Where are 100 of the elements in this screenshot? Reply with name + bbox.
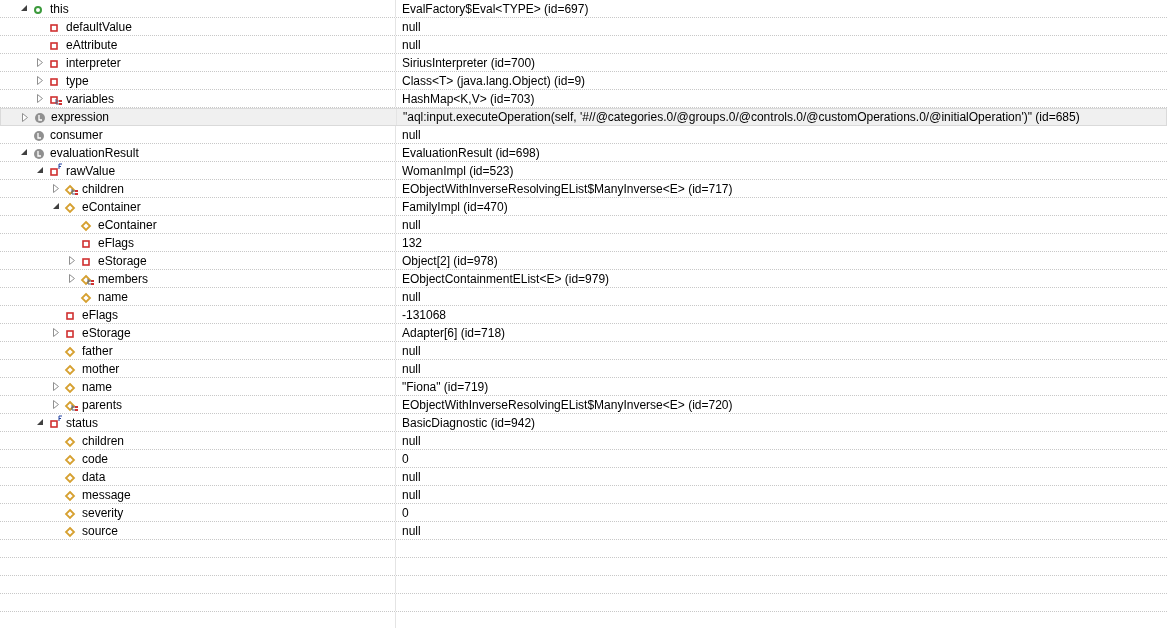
- variable-row[interactable]: eFlags -131068: [0, 306, 1167, 324]
- variable-value: SiriusInterpreter (id=700): [402, 55, 536, 70]
- variable-row[interactable]: eContainer null: [0, 216, 1167, 234]
- variable-row[interactable]: name null: [0, 288, 1167, 306]
- variable-row[interactable]: defaultValue null: [0, 18, 1167, 36]
- variable-name: source: [82, 523, 119, 538]
- variable-value: null: [402, 343, 421, 358]
- variable-row[interactable]: consumer null: [0, 126, 1167, 144]
- variable-value: EObjectWithInverseResolvingEList$ManyInverse<E> (id=720): [402, 397, 733, 412]
- variable-row[interactable]: father null: [0, 342, 1167, 360]
- variable-row[interactable]: type Class<T> (java.lang.Object) (id=9): [0, 72, 1167, 90]
- variable-value: -131068: [402, 307, 447, 322]
- variable-row[interactable]: data null: [0, 468, 1167, 486]
- variable-row[interactable]: severity 0: [0, 504, 1167, 522]
- variable-name: defaultValue: [66, 19, 132, 34]
- variable-name: variables: [66, 91, 115, 106]
- collapsed-arrow-icon[interactable]: [69, 274, 75, 283]
- variable-row[interactable]: children null: [0, 432, 1167, 450]
- variable-value: FamilyImpl (id=470): [402, 199, 508, 214]
- collapsed-arrow-icon[interactable]: [53, 382, 59, 391]
- variable-name: eStorage: [82, 325, 131, 340]
- variable-value: null: [402, 523, 421, 538]
- variable-row[interactable]: children EObjectWithInverseResolvingEList$ManyInverse<E> (id=717): [0, 180, 1167, 198]
- variable-row[interactable]: interpreter SiriusInterpreter (id=700): [0, 54, 1167, 72]
- variable-row[interactable]: eFlags 132: [0, 234, 1167, 252]
- collapsed-arrow-icon[interactable]: [37, 76, 43, 85]
- collapsed-arrow-icon[interactable]: [37, 94, 43, 103]
- collapsed-arrow-icon[interactable]: [53, 400, 59, 409]
- variable-name: eFlags: [82, 307, 119, 322]
- private-field-icon: [48, 414, 64, 431]
- variable-row[interactable]: source null: [0, 522, 1167, 540]
- variable-name: children: [82, 433, 125, 448]
- variable-value: null: [402, 19, 421, 34]
- variable-row[interactable]: code 0: [0, 450, 1167, 468]
- collapsed-arrow-icon[interactable]: [22, 112, 28, 122]
- variable-row[interactable]: eContainer FamilyImpl (id=470): [0, 198, 1167, 216]
- variable-name: type: [66, 73, 89, 88]
- variable-row[interactable]: mother null: [0, 360, 1167, 378]
- expanded-arrow-icon[interactable]: [20, 5, 28, 12]
- variable-name: expression: [51, 110, 110, 124]
- expanded-arrow-icon[interactable]: [36, 419, 44, 426]
- variable-name: eStorage: [98, 253, 147, 268]
- variable-name: mother: [82, 361, 120, 376]
- variable-value: null: [402, 37, 421, 52]
- variable-name: consumer: [50, 127, 103, 142]
- variable-value: EObjectWithInverseResolvingEList$ManyInverse<E> (id=717): [402, 181, 733, 196]
- expanded-arrow-icon[interactable]: [20, 149, 28, 156]
- variable-name: message: [82, 487, 131, 502]
- collapsed-arrow-icon[interactable]: [37, 58, 43, 67]
- variable-row[interactable]: eStorage Adapter[6] (id=718): [0, 324, 1167, 342]
- variable-row[interactable]: eStorage Object[2] (id=978): [0, 252, 1167, 270]
- expanded-arrow-icon[interactable]: [52, 203, 60, 210]
- variable-name: rawValue: [66, 163, 116, 178]
- variable-value: EvaluationResult (id=698): [402, 145, 540, 160]
- variable-name: members: [98, 271, 148, 286]
- variable-value: null: [402, 289, 421, 304]
- variable-name: eFlags: [98, 235, 135, 250]
- variable-value: Class<T> (java.lang.Object) (id=9): [402, 73, 586, 88]
- variable-value: null: [402, 127, 421, 142]
- variable-name: this: [50, 1, 69, 16]
- variable-row[interactable]: parents EObjectWithInverseResolvingEList$ManyInverse<E> (id=720): [0, 396, 1167, 414]
- variable-name: eContainer: [82, 199, 141, 214]
- collapsed-arrow-icon[interactable]: [53, 184, 59, 193]
- collapsed-arrow-icon[interactable]: [69, 256, 75, 265]
- variable-value: Adapter[6] (id=718): [402, 325, 506, 340]
- variable-row[interactable]: message null: [0, 486, 1167, 504]
- variable-value: "aql:input.executeOperation(self, '#//@categories.0/@groups.0/@controls.0/@customOperations.0/@initialOperation')" (id=685): [403, 110, 1080, 124]
- variable-value: BasicDiagnostic (id=942): [402, 415, 536, 430]
- variable-name: children: [82, 181, 125, 196]
- expanded-arrow-icon[interactable]: [36, 167, 44, 174]
- variable-row[interactable]: members EObjectContainmentEList<E> (id=979): [0, 270, 1167, 288]
- variable-value: WomanImpl (id=523): [402, 163, 514, 178]
- variable-value: "Fiona" (id=719): [402, 379, 489, 394]
- variable-row[interactable]: eAttribute null: [0, 36, 1167, 54]
- variable-row[interactable]: name "Fiona" (id=719): [0, 378, 1167, 396]
- variable-value: HashMap<K,V> (id=703): [402, 91, 535, 106]
- variable-value: null: [402, 469, 421, 484]
- variable-name: code: [82, 451, 109, 466]
- variable-row[interactable]: expression "aql:input.executeOperation(self, '#//@categories.0/@groups.0/@controls.0/@customOperations.0/@initialOperation')" (id=685): [0, 108, 1167, 126]
- variable-value: null: [402, 217, 421, 232]
- variable-value: null: [402, 361, 421, 376]
- collapsed-arrow-icon[interactable]: [53, 328, 59, 337]
- variable-row[interactable]: this EvalFactory$Eval<TYPE> (id=697): [0, 0, 1167, 18]
- variable-name: name: [98, 289, 129, 304]
- private-field-icon: [48, 162, 64, 179]
- variable-name: eAttribute: [66, 37, 118, 52]
- variable-name: name: [82, 379, 113, 394]
- variable-name: interpreter: [66, 55, 121, 70]
- variable-value: 0: [402, 451, 409, 466]
- variable-row[interactable]: status BasicDiagnostic (id=942): [0, 414, 1167, 432]
- variable-value: EvalFactory$Eval<TYPE> (id=697): [402, 1, 589, 16]
- variable-row[interactable]: evaluationResult EvaluationResult (id=698): [0, 144, 1167, 162]
- variable-row[interactable]: rawValue WomanImpl (id=523): [0, 162, 1167, 180]
- variable-name: parents: [82, 397, 123, 412]
- variable-value: 0: [402, 505, 409, 520]
- variable-value: null: [402, 487, 421, 502]
- variable-name: father: [82, 343, 113, 358]
- variable-name: status: [66, 415, 98, 430]
- variable-value: 132: [402, 235, 423, 250]
- variable-name: evaluationResult: [50, 145, 139, 160]
